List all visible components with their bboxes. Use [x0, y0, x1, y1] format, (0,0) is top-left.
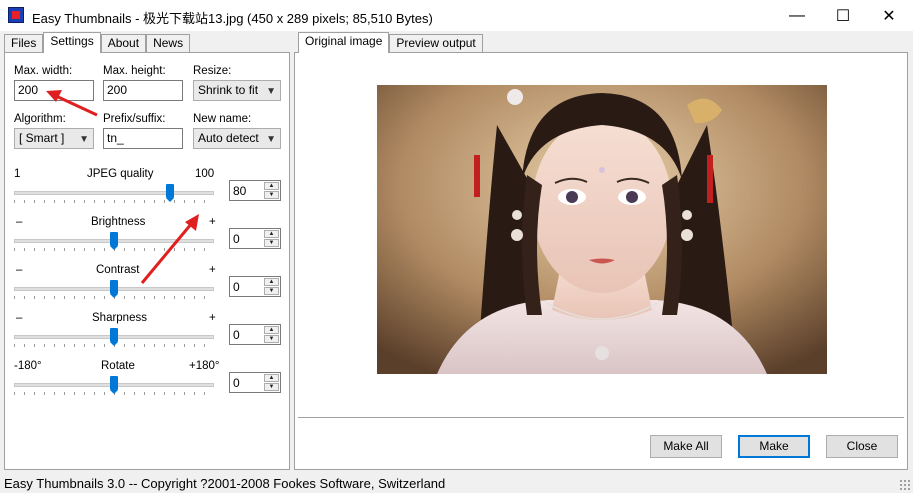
- tab-settings[interactable]: Settings: [43, 32, 101, 53]
- status-text: Easy Thumbnails 3.0 -- Copyright ?2001-2…: [4, 476, 446, 491]
- resize-grip-icon[interactable]: [899, 479, 911, 491]
- annotation-overlay: [46, 90, 199, 284]
- tab-original-image[interactable]: Original image: [298, 32, 390, 53]
- annotation-arrow: [140, 214, 199, 284]
- status-bar: Easy Thumbnails 3.0 -- Copyright ?2001-2…: [0, 473, 913, 493]
- annotation-arrow: [46, 90, 98, 117]
